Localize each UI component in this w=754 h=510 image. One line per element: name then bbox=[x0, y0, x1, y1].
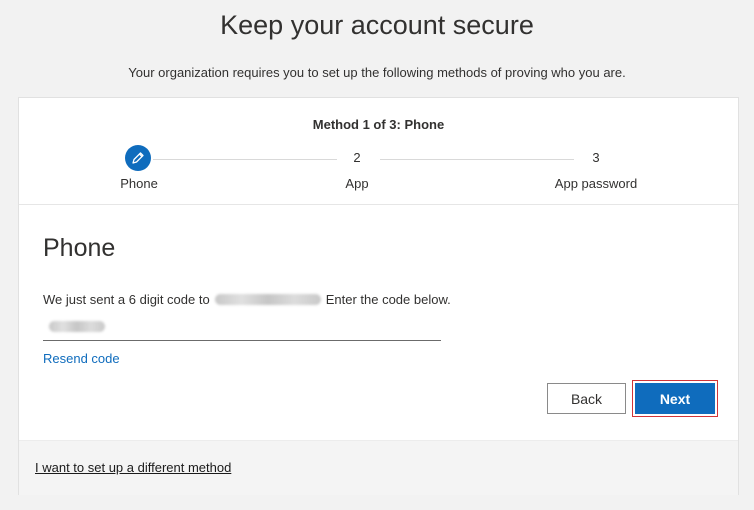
step-connector bbox=[153, 159, 337, 160]
different-method-link[interactable]: I want to set up a different method bbox=[35, 460, 231, 475]
step-3-number: 3 bbox=[592, 150, 600, 165]
next-button[interactable]: Next bbox=[635, 383, 715, 414]
instruction-text: We just sent a 6 digit code to bbox=[43, 292, 210, 307]
code-instruction: We just sent a 6 digit code to Enter the… bbox=[43, 292, 451, 307]
page-title: Keep your account secure bbox=[220, 10, 534, 40]
step-2-number: 2 bbox=[353, 150, 361, 165]
redacted-phone-number bbox=[214, 294, 321, 305]
step-3-label: App password bbox=[554, 176, 638, 191]
step-2-label: App bbox=[345, 176, 369, 191]
instruction-text-end: Enter the code below. bbox=[325, 292, 451, 307]
step-1-indicator bbox=[125, 145, 151, 171]
section-heading: Phone bbox=[43, 234, 116, 262]
redacted-code-value bbox=[49, 321, 105, 332]
verification-code-input[interactable] bbox=[43, 315, 441, 341]
pencil-icon bbox=[132, 152, 144, 164]
header-divider bbox=[19, 204, 738, 205]
resend-code-link[interactable]: Resend code bbox=[43, 351, 120, 366]
progress-title: Method 1 of 3: Phone bbox=[312, 117, 445, 132]
step-connector bbox=[380, 159, 574, 160]
back-button[interactable]: Back bbox=[547, 383, 626, 414]
setup-card: Method 1 of 3: Phone 2 3 Phone App App p… bbox=[18, 97, 739, 495]
page-subtitle: Your organization requires you to set up… bbox=[128, 65, 626, 80]
step-1-label: Phone bbox=[120, 176, 158, 191]
card-footer: I want to set up a different method bbox=[19, 440, 738, 495]
